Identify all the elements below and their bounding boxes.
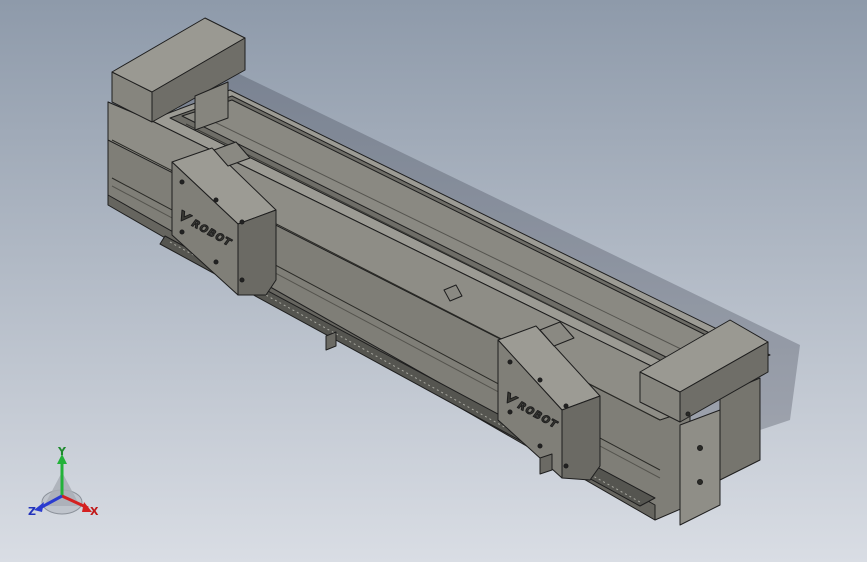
- z-axis-label: Z: [28, 505, 36, 518]
- right-cap-bolt: [685, 411, 691, 417]
- y-axis-label: Y: [58, 445, 66, 458]
- x-axis-label: X: [90, 505, 99, 518]
- end-plate-bolt-2: [697, 479, 703, 485]
- viewport-canvas[interactable]: ROBOT ROBOT: [0, 0, 867, 562]
- right-end-plate: [679, 409, 721, 526]
- axis-triad[interactable]: Y X Z: [22, 446, 102, 526]
- end-plate-bolt-1: [697, 445, 703, 451]
- bottom-bracket-right: [539, 453, 553, 475]
- 3d-viewport[interactable]: ROBOT ROBOT Y X Z: [0, 0, 867, 562]
